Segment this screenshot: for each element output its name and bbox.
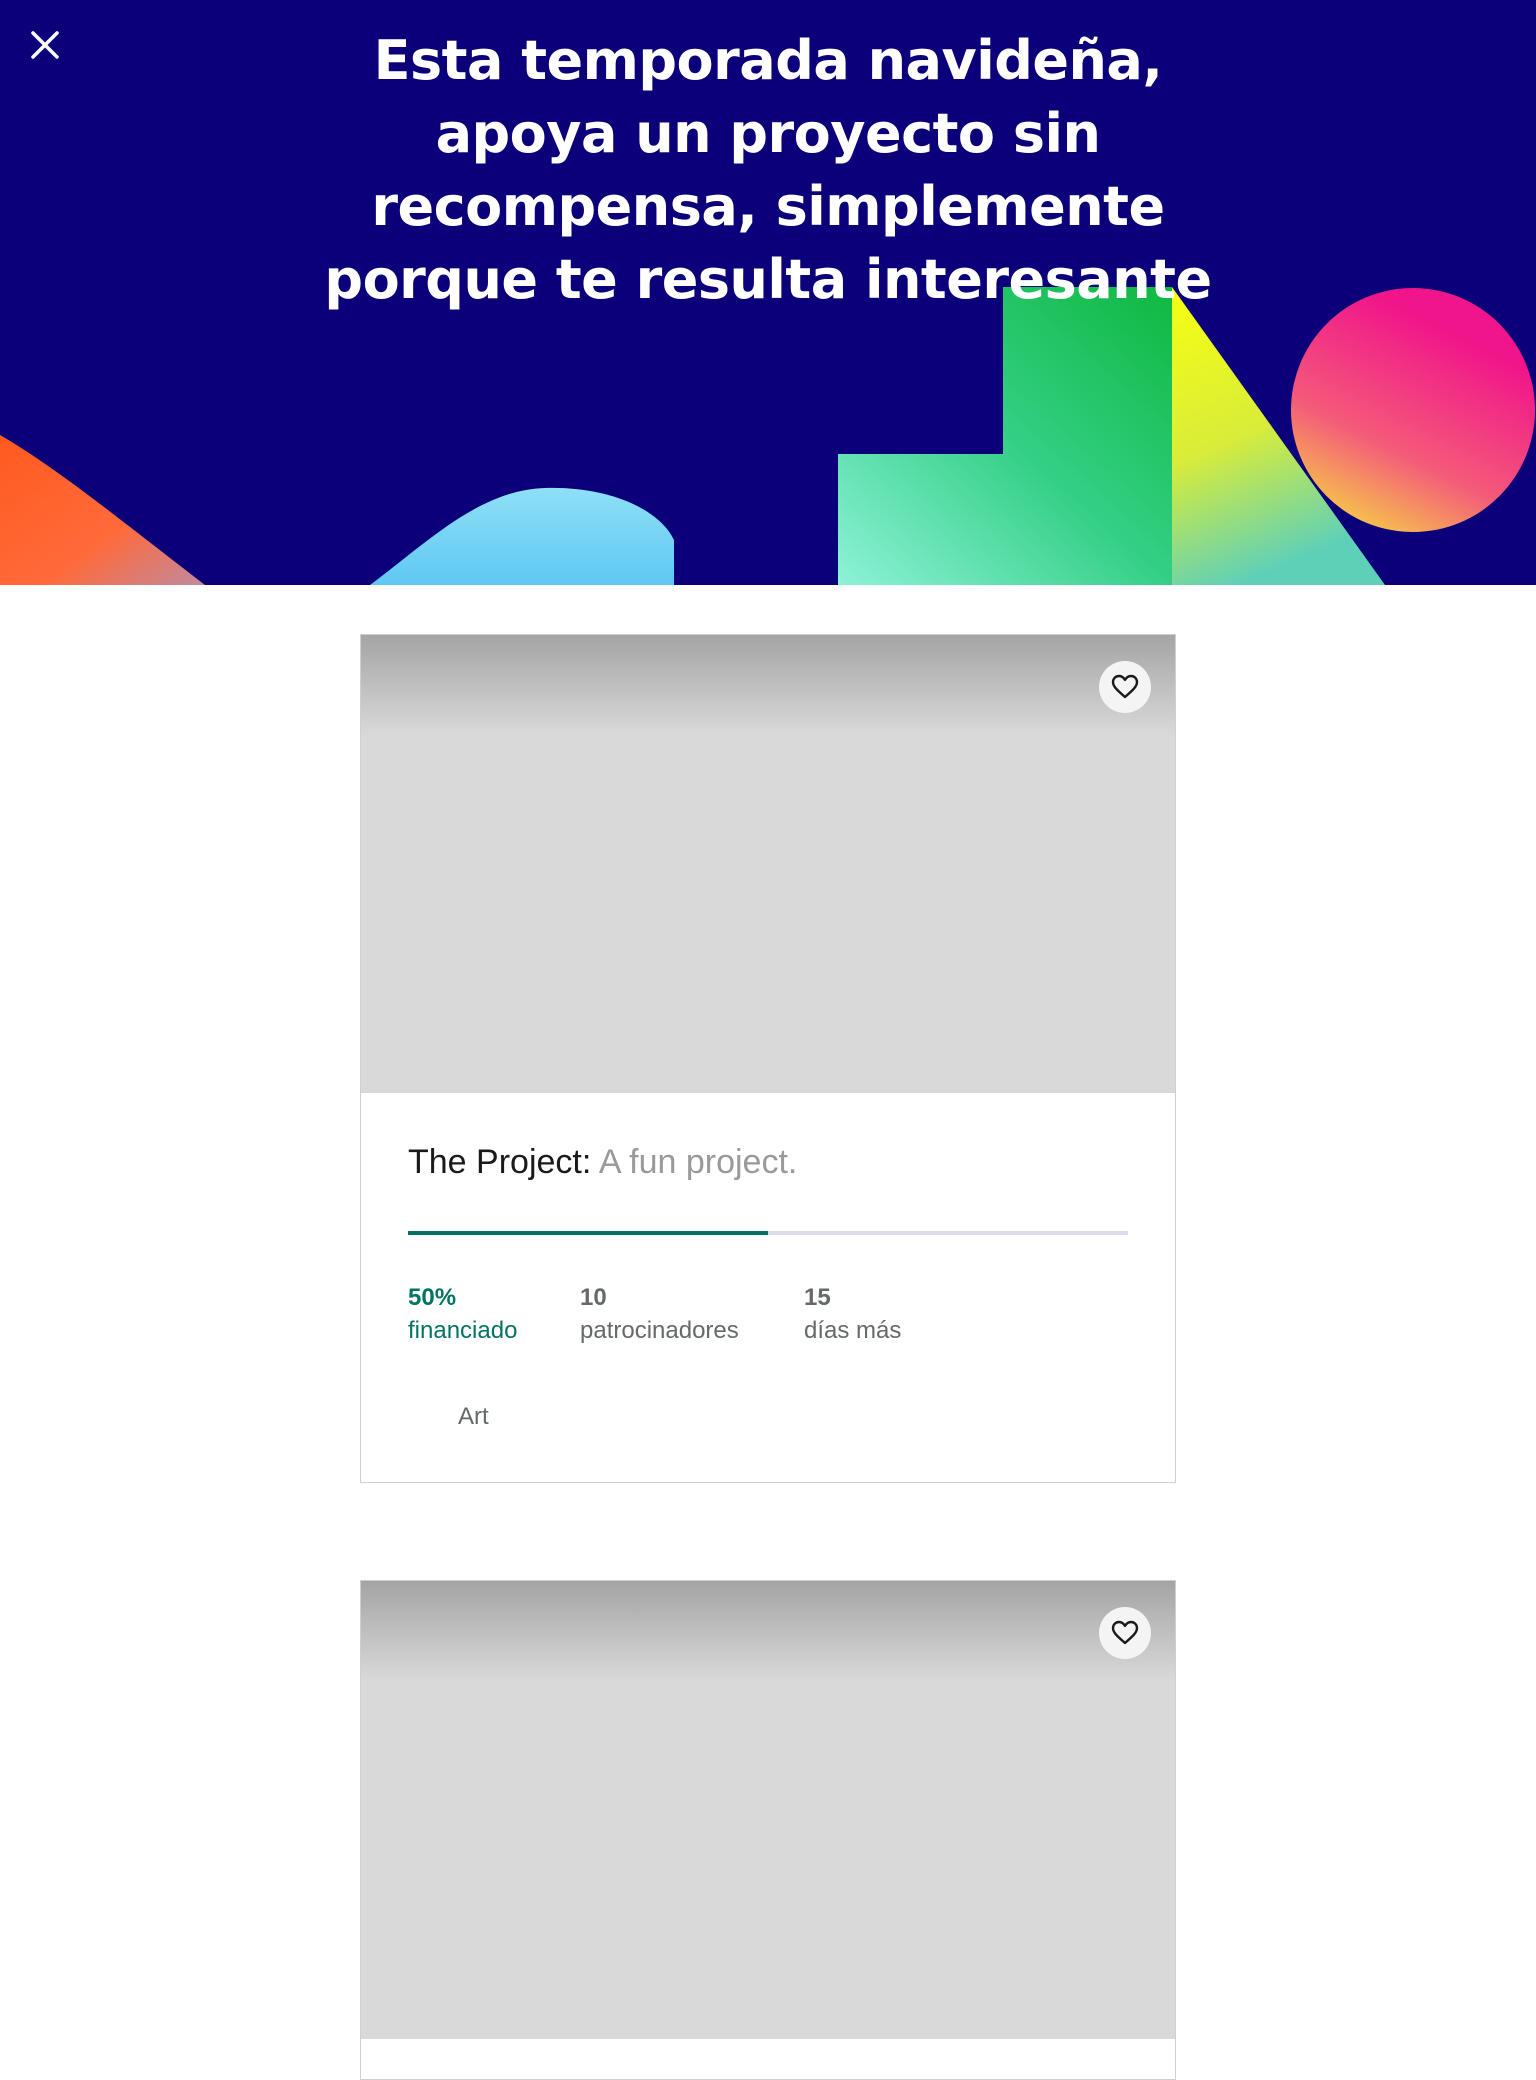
category-tag[interactable]: Art xyxy=(458,1403,489,1431)
hero-title: Esta temporada navideña, apoya un proyec… xyxy=(324,29,1212,311)
project-card[interactable] xyxy=(360,1580,1176,2080)
project-image xyxy=(361,635,1175,1093)
backers-count: 10 xyxy=(580,1284,607,1311)
favorite-button[interactable] xyxy=(1099,1607,1151,1659)
backers-label: patrocinadores xyxy=(580,1317,739,1344)
favorite-button[interactable] xyxy=(1099,661,1151,713)
funded-label: financiado xyxy=(408,1317,518,1344)
funding-progress-fill xyxy=(408,1231,768,1235)
days-label: días más xyxy=(804,1317,902,1344)
close-icon xyxy=(31,31,59,59)
heart-icon xyxy=(1111,674,1139,699)
funded-percent: 50% xyxy=(408,1284,457,1311)
project-name: The Project: xyxy=(408,1143,592,1181)
close-button[interactable] xyxy=(24,24,66,66)
green-block-shape xyxy=(838,287,1172,585)
pink-circle-shape xyxy=(1291,288,1535,532)
project-image xyxy=(361,1581,1175,2039)
stat-funded: 50% financiado xyxy=(408,1281,517,1347)
orange-wave-shape xyxy=(0,435,205,585)
project-card[interactable]: The Project: A fun project. 50% financia… xyxy=(360,634,1176,1483)
days-count: 15 xyxy=(804,1284,831,1311)
blue-wave-shape xyxy=(370,487,674,585)
stat-days-left: 15 días más xyxy=(804,1281,901,1347)
project-title[interactable]: The Project: A fun project. xyxy=(408,1143,797,1182)
project-blurb: A fun project. xyxy=(591,1143,798,1181)
hero-banner: Esta temporada navideña, apoya un proyec… xyxy=(0,0,1536,585)
funding-progress-bar xyxy=(408,1231,1128,1235)
heart-icon xyxy=(1111,1620,1139,1645)
stat-backers: 10 patrocinadores xyxy=(580,1281,739,1347)
